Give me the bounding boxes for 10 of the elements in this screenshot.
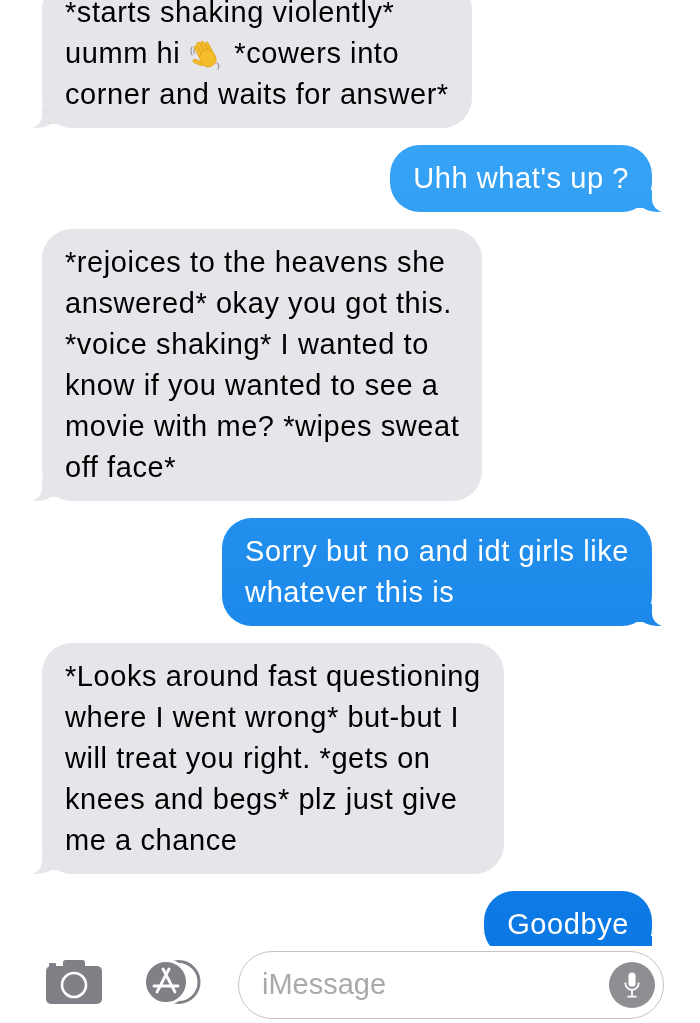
message-input-field[interactable]: iMessage xyxy=(238,950,664,1019)
apps-icon[interactable] xyxy=(143,958,201,1005)
sent-message-bubble: Goodbye xyxy=(484,891,652,946)
received-message-bubble: *rejoices to the heavens she answered* okay you got this. *voice shaking* I wanted to know if you wanted to see a movie with me? *wipes sweat off face* xyxy=(42,229,483,501)
microphone-icon xyxy=(624,971,640,998)
sent-message-bubble: Sorry but no and idt girls like whatever this is xyxy=(222,518,652,626)
received-message-bubble: *Looks around fast questioning where I went wrong* but-but I will treat you right. *gets on knees and begs* plz just give me a chance xyxy=(42,643,504,874)
message-text: *starts shaking violently* uumm hi *cowers into corner and waits for answer* xyxy=(65,0,449,112)
camera-icon[interactable] xyxy=(45,959,103,1004)
sent-message-bubble: Uhh what's up ? xyxy=(390,145,652,212)
